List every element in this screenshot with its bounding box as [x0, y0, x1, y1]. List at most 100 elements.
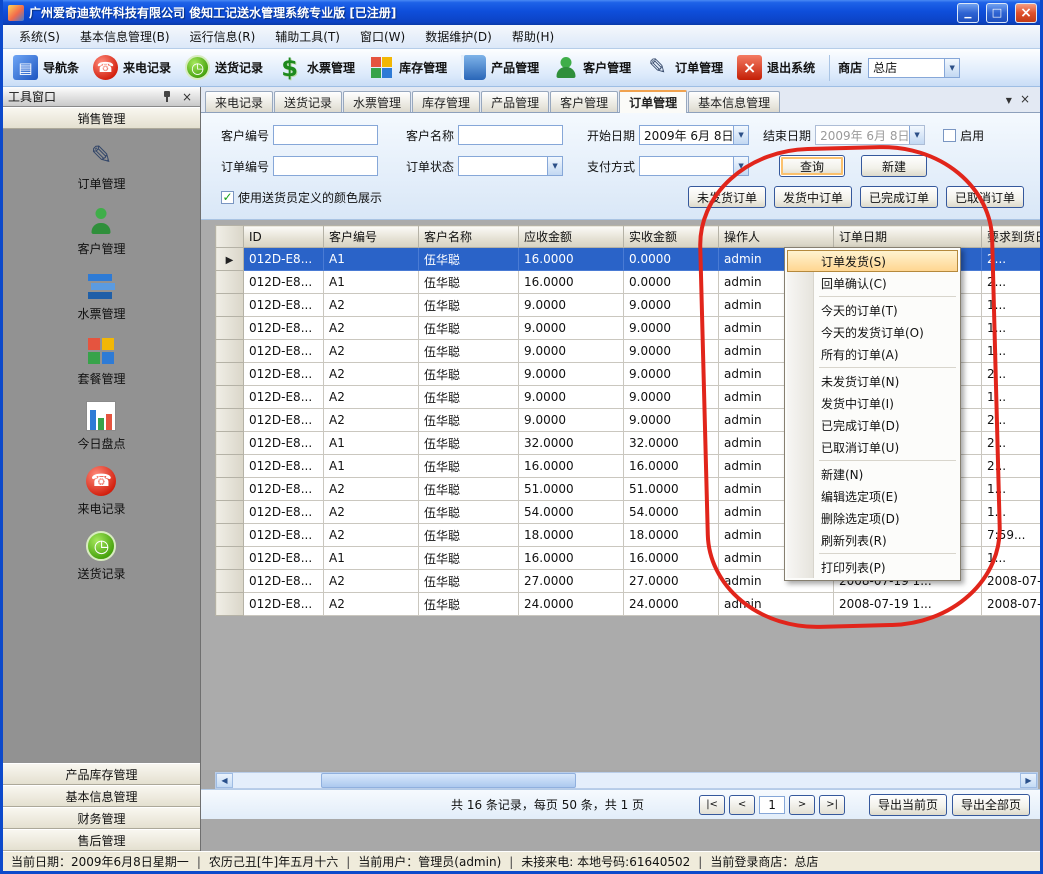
- customer-name-input[interactable]: [458, 125, 563, 145]
- tab-order[interactable]: 订单管理: [619, 90, 687, 113]
- toolbar-button-product[interactable]: 产品管理: [455, 52, 545, 84]
- table-cell: A1: [324, 455, 419, 478]
- chevron-down-icon[interactable]: [733, 126, 748, 144]
- tab-customer[interactable]: 客户管理: [550, 91, 618, 112]
- completed-orders-button[interactable]: 已完成订单: [860, 186, 938, 208]
- export-all-pages-button[interactable]: 导出全部页: [952, 794, 1030, 816]
- new-button[interactable]: 新建: [861, 155, 927, 177]
- toolbar-button-exit[interactable]: 退出系统: [731, 52, 821, 84]
- chevron-down-icon[interactable]: [547, 157, 562, 175]
- grid-column-header[interactable]: 要求到货日期: [982, 226, 1041, 248]
- last-page-button[interactable]: >|: [819, 795, 845, 815]
- tab-delivery-records[interactable]: 送货记录: [274, 91, 342, 112]
- order-status-select[interactable]: [458, 156, 563, 176]
- toolbar-button-water-ticket[interactable]: 水票管理: [271, 52, 361, 84]
- start-date-picker[interactable]: 2009年 6月 8日: [639, 125, 749, 145]
- horizontal-scrollbar[interactable]: [215, 772, 1038, 789]
- toolbar-button-order[interactable]: 订单管理: [639, 52, 729, 84]
- menu-item-system[interactable]: 系统(S): [9, 24, 70, 49]
- context-menu-item[interactable]: 已取消订单(U): [787, 436, 958, 458]
- next-page-button[interactable]: >: [789, 795, 815, 815]
- tab-call-records[interactable]: 来电记录: [205, 91, 273, 112]
- color-display-checkbox[interactable]: [221, 191, 234, 204]
- enable-checkbox[interactable]: [943, 129, 956, 142]
- sidebar-group-0[interactable]: 产品库存管理: [3, 763, 200, 785]
- unshipped-orders-button[interactable]: 未发货订单: [688, 186, 766, 208]
- page-number-input[interactable]: 1: [759, 796, 785, 814]
- grid-column-header[interactable]: 客户编号: [324, 226, 419, 248]
- context-menu-item[interactable]: 未发货订单(N): [787, 370, 958, 392]
- context-menu-item[interactable]: 订单发货(S): [787, 250, 958, 272]
- toolbar-button-customer[interactable]: 客户管理: [547, 52, 637, 84]
- sidebar-item-order[interactable]: 订单管理: [77, 141, 125, 192]
- grid-column-header[interactable]: 应收金额: [519, 226, 624, 248]
- context-menu-item[interactable]: 今天的发货订单(O): [787, 321, 958, 343]
- scroll-left-icon[interactable]: [216, 773, 233, 788]
- sidebar-group-1[interactable]: 基本信息管理: [3, 785, 200, 807]
- shipping-orders-button[interactable]: 发货中订单: [774, 186, 852, 208]
- toolbar-button-nav-panel[interactable]: 导航条: [7, 52, 85, 84]
- sidebar-group-sales[interactable]: 销售管理: [3, 107, 200, 129]
- context-menu-item[interactable]: 发货中订单(I): [787, 392, 958, 414]
- sidebar-group-2[interactable]: 财务管理: [3, 807, 200, 829]
- grid-column-header[interactable]: 订单日期: [834, 226, 982, 248]
- scrollbar-track[interactable]: [233, 773, 1020, 788]
- menu-item-data-maintenance[interactable]: 数据维护(D): [415, 24, 502, 49]
- context-menu-item[interactable]: 编辑选定项(E): [787, 485, 958, 507]
- context-menu-item[interactable]: 打印列表(P): [787, 556, 958, 578]
- close-button[interactable]: [1015, 3, 1037, 23]
- grid-column-header[interactable]: 客户名称: [419, 226, 519, 248]
- menu-item-help[interactable]: 帮助(H): [502, 24, 564, 49]
- export-current-page-button[interactable]: 导出当前页: [869, 794, 947, 816]
- grid-column-header[interactable]: 实收金额: [624, 226, 719, 248]
- tab-basic-info[interactable]: 基本信息管理: [688, 91, 780, 112]
- sidebar-item-delivery-records[interactable]: 送货记录: [77, 531, 125, 582]
- menu-item-basic-info[interactable]: 基本信息管理(B): [70, 24, 180, 49]
- context-menu-item[interactable]: 今天的订单(T): [787, 299, 958, 321]
- sidebar-item-water-ticket[interactable]: 水票管理: [77, 271, 125, 322]
- sidebar-item-package[interactable]: 套餐管理: [77, 336, 125, 387]
- pay-method-select[interactable]: [639, 156, 749, 176]
- tab-close-icon[interactable]: [1020, 92, 1030, 106]
- context-menu-item[interactable]: 刷新列表(R): [787, 529, 958, 551]
- tab-water-ticket[interactable]: 水票管理: [343, 91, 411, 112]
- first-page-button[interactable]: |<: [699, 795, 725, 815]
- menu-item-window[interactable]: 窗口(W): [350, 24, 415, 49]
- prev-page-button[interactable]: <: [729, 795, 755, 815]
- table-row[interactable]: 012D-E8...A2伍华聪24.000024.0000admin2008-0…: [216, 593, 1041, 616]
- titlebar[interactable]: 广州爱奇迪软件科技有限公司 俊知工记送水管理系统专业版 [已注册]: [3, 0, 1040, 25]
- context-menu-item[interactable]: 所有的订单(A): [787, 343, 958, 365]
- chevron-down-icon[interactable]: [944, 59, 959, 77]
- chevron-down-icon[interactable]: [733, 157, 748, 175]
- cancelled-orders-button[interactable]: 已取消订单: [946, 186, 1024, 208]
- pin-icon[interactable]: [159, 90, 175, 104]
- shop-select[interactable]: 总店: [868, 58, 960, 78]
- context-menu-item[interactable]: 回单确认(C): [787, 272, 958, 294]
- grid-column-header[interactable]: ID: [244, 226, 324, 248]
- sidebar-item-label: 今日盘点: [77, 435, 125, 452]
- context-menu-item[interactable]: 已完成订单(D): [787, 414, 958, 436]
- context-menu-item[interactable]: 删除选定项(D): [787, 507, 958, 529]
- scroll-right-icon[interactable]: [1020, 773, 1037, 788]
- query-button[interactable]: 查询: [779, 155, 845, 177]
- context-menu-item[interactable]: 新建(N): [787, 463, 958, 485]
- sidebar-item-customer[interactable]: 客户管理: [77, 206, 125, 257]
- tab-product[interactable]: 产品管理: [481, 91, 549, 112]
- maximize-button[interactable]: [986, 3, 1008, 23]
- tab-list-dropdown-icon[interactable]: [1006, 92, 1012, 106]
- tool-window-close-icon[interactable]: [179, 90, 195, 104]
- tab-inventory[interactable]: 库存管理: [412, 91, 480, 112]
- menu-item-tools[interactable]: 辅助工具(T): [265, 24, 350, 49]
- sidebar-item-today-check[interactable]: 今日盘点: [77, 401, 125, 452]
- grid-column-header[interactable]: 操作人: [719, 226, 834, 248]
- scrollbar-thumb[interactable]: [321, 773, 576, 788]
- toolbar-button-inventory[interactable]: 库存管理: [363, 52, 453, 84]
- menu-item-runtime-info[interactable]: 运行信息(R): [180, 24, 266, 49]
- sidebar-group-3[interactable]: 售后管理: [3, 829, 200, 851]
- toolbar-button-call-records[interactable]: 来电记录: [87, 52, 177, 84]
- customer-no-input[interactable]: [273, 125, 378, 145]
- toolbar-button-delivery-records[interactable]: 送货记录: [179, 52, 269, 84]
- sidebar-item-call-records[interactable]: 来电记录: [77, 466, 125, 517]
- minimize-button[interactable]: [957, 3, 979, 23]
- order-no-input[interactable]: [273, 156, 378, 176]
